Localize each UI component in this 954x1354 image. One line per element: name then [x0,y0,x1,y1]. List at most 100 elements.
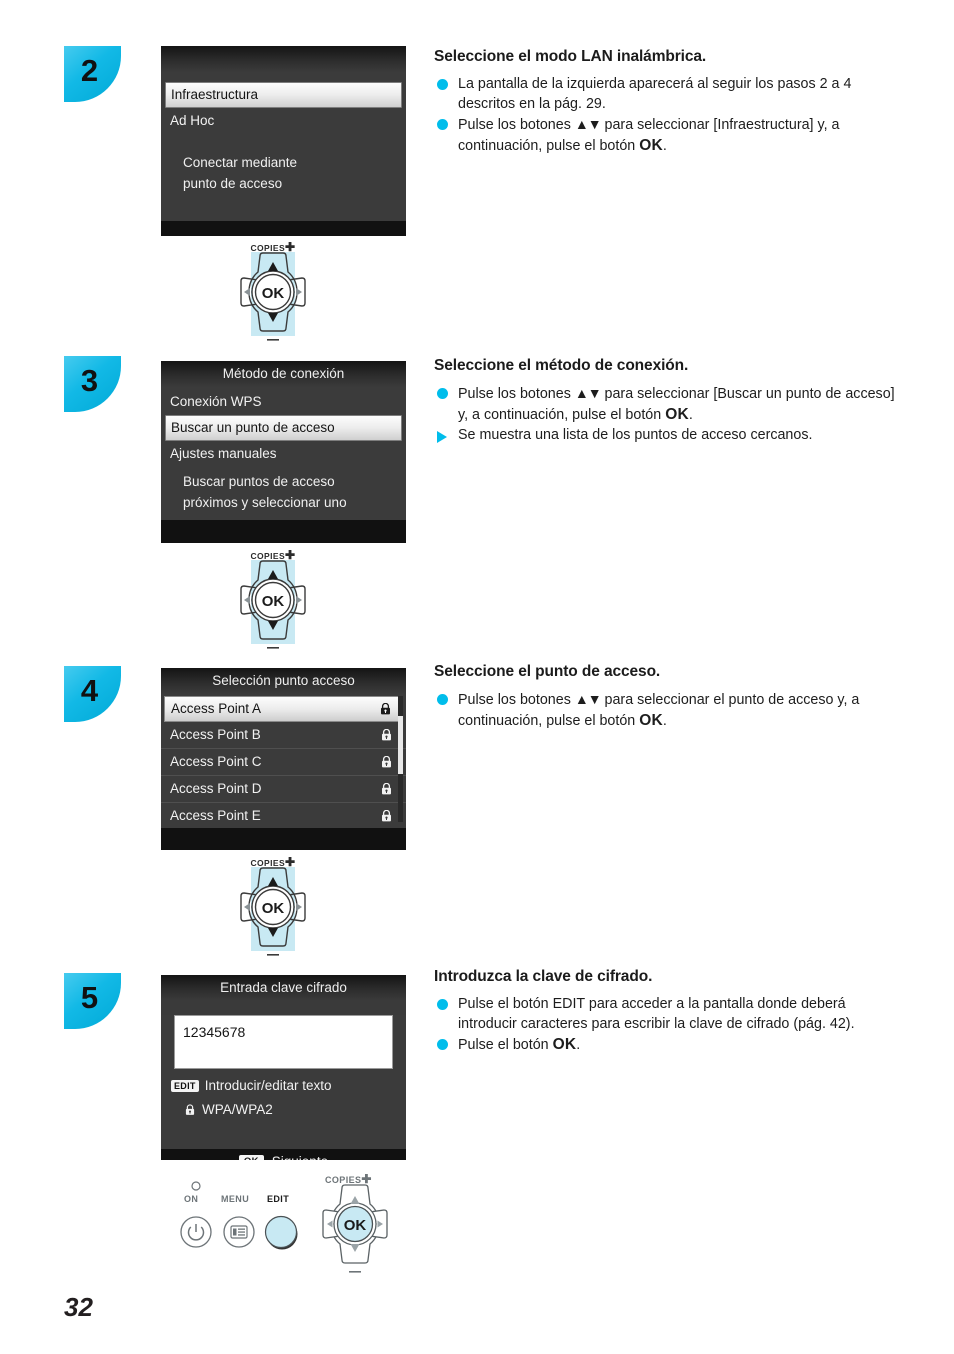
step-bullets-3: Pulse los botones ▲▼ para seleccionar [B… [434,384,904,446]
minus-icon [267,339,279,341]
bullet-text: Pulse el botón EDIT para acceder a la pa… [458,996,855,1032]
lcd-menu-item-ajustes-manuales[interactable]: Ajustes manuales [161,441,406,467]
encryption-key-input[interactable]: 12345678 [174,1015,393,1069]
lock-icon [381,703,390,715]
step-heading-3: Seleccione el método de conexión. [434,357,689,374]
lcd-title-3: Método de conexión [161,361,406,387]
access-point-label: Access Point B [170,727,261,742]
access-point-row-e[interactable]: Access Point E [161,803,406,829]
step-number-2: 2 [80,53,99,88]
copies-label: COPIES✚ [325,1172,372,1186]
step-heading-2: Seleccione el modo LAN inalámbrica. [434,48,707,65]
step-number-3: 3 [80,363,99,398]
bullet-text: Pulse los botones ▲▼ para seleccionar [B… [458,385,895,423]
step-bullets-5: Pulse el botón EDIT para acceder a la pa… [434,995,904,1056]
lcd-footer-2 [161,221,406,236]
nav-pad-illustration-3: COPIES✚ OK [218,548,328,653]
lcd-menu-item-adhoc[interactable]: Ad Hoc [161,108,406,134]
lcd-menu-item-label: Conexión WPS [170,394,262,409]
access-point-row-c[interactable]: Access Point C [161,749,406,776]
bullet-dot-icon [437,388,448,399]
lcd-note-line-2: punto de acceso [183,176,283,191]
step-number-badge-3: 3 [64,356,121,412]
scrollbar-thumb[interactable] [398,716,403,774]
lcd-title-2 [161,46,406,72]
nav-pad-svg: OK [240,252,306,341]
footer-action-label: Siguiente [272,1154,328,1160]
step-number-badge-4: 4 [64,666,121,722]
edit-button [264,1215,298,1249]
nav-left-arrow [244,903,250,911]
bullet-dot-icon [437,1039,448,1050]
nav-right-arrow [296,903,302,911]
edit-chip-icon: EDIT [171,1079,199,1092]
svg-text:OK: OK [262,285,285,302]
lcd-menu-item-label: Ajustes manuales [170,446,277,461]
lcd-screen-2: Infraestructura Ad Hoc Conectar mediante… [161,46,406,236]
step-copy-5: Introduzca la clave de cifrado. Pulse el… [434,968,904,1057]
lcd-title-5: Entrada clave cifrado [161,975,406,1001]
nav-left-arrow [244,288,250,296]
bullet-item: La pantalla de la izquierda aparecerá al… [434,75,904,114]
step-copy-2: Seleccione el modo LAN inalámbrica. La p… [434,48,904,157]
bullet-triangle-icon [437,431,448,443]
step-bullets-4: Pulse los botones ▲▼ para seleccionar el… [434,690,904,731]
edit-hint-label: Introducir/editar texto [204,1078,332,1093]
lcd-menu-item-buscar-ap[interactable]: Buscar un punto de acceso [165,415,402,441]
svg-text:OK: OK [262,593,285,610]
nav-right-arrow [296,596,302,604]
bullet-item: Se muestra una lista de los puntos de ac… [434,426,904,446]
step-number-badge-2: 2 [64,46,121,102]
copies-label: COPIES✚ [250,548,296,562]
nav-pad-illustration-2: COPIES✚ OK [218,240,328,345]
bullet-item: Pulse el botón OK. [434,1035,904,1056]
lcd-footer-5: OK Siguiente [161,1149,406,1160]
minus-icon [349,1271,361,1273]
edit-button-label: EDIT [267,1194,290,1204]
bullet-item: Pulse el botón EDIT para acceder a la pa… [434,995,904,1034]
bullet-text: Se muestra una lista de los puntos de ac… [458,427,813,443]
step-heading-4: Seleccione el punto de acceso. [434,663,661,680]
lock-icon [382,783,391,795]
lcd-menu-item-label: Buscar un punto de acceso [171,420,335,435]
minus-icon [267,647,279,649]
lcd-footer-3 [161,520,406,543]
bullet-item: Pulse los botones ▲▼ para seleccionar [B… [434,384,904,425]
lcd-screen-3: Método de conexión Conexión WPS Buscar u… [161,361,406,543]
ok-chip-icon: OK [238,1154,264,1160]
bullet-dot-icon [437,79,448,90]
step-bullets-2: La pantalla de la izquierda aparecerá al… [434,75,904,156]
access-point-row-b[interactable]: Access Point B [161,722,406,749]
step-copy-3: Seleccione el método de conexión. Pulse … [434,357,904,447]
lcd-title-4: Selección punto acceso [161,668,406,694]
menu-button-label: MENU [221,1194,250,1204]
step-copy-4: Seleccione el punto de acceso. Pulse los… [434,663,904,732]
bullet-text: Pulse los botones ▲▼ para seleccionar [I… [458,116,840,154]
access-point-label: Access Point C [170,754,262,769]
copies-label: COPIES✚ [250,240,296,254]
lcd-menu-item-infraestructura[interactable]: Infraestructura [165,82,402,108]
scrollbar-track[interactable] [398,696,403,822]
lock-icon [185,1103,195,1115]
svg-text:OK: OK [262,900,285,917]
lcd-screen-5: Entrada clave cifrado 12345678 EDIT Intr… [161,975,406,1160]
access-point-label: Access Point D [170,781,262,796]
lcd-note-line-2: próximos y seleccionar uno [183,495,347,510]
step-number-badge-5: 5 [64,973,121,1029]
security-type-label: WPA/WPA2 [202,1102,273,1117]
lcd-menu-item-label: Ad Hoc [170,113,215,128]
control-panel-illustration: OK ON MENU EDIT COPIES✚ [170,1172,410,1282]
lcd-note-line-1: Conectar mediante [183,155,298,170]
nav-left-arrow [244,596,250,604]
lcd-menu-item-wps[interactable]: Conexión WPS [161,389,406,415]
control-panel-svg: OK [180,1181,388,1273]
lcd-menu-item-label: Infraestructura [171,87,259,102]
lcd-screen-4: Selección punto acceso Access Point A Ac… [161,668,406,850]
lcd-footer-4 [161,828,406,850]
access-point-row-d[interactable]: Access Point D [161,776,406,803]
lcd-note-line-1: Buscar puntos de acceso [183,474,335,489]
access-point-row-a[interactable]: Access Point A [164,696,403,722]
minus-icon [267,954,279,956]
page-number: 32 [64,1292,93,1322]
bullet-text: La pantalla de la izquierda aparecerá al… [458,76,852,112]
